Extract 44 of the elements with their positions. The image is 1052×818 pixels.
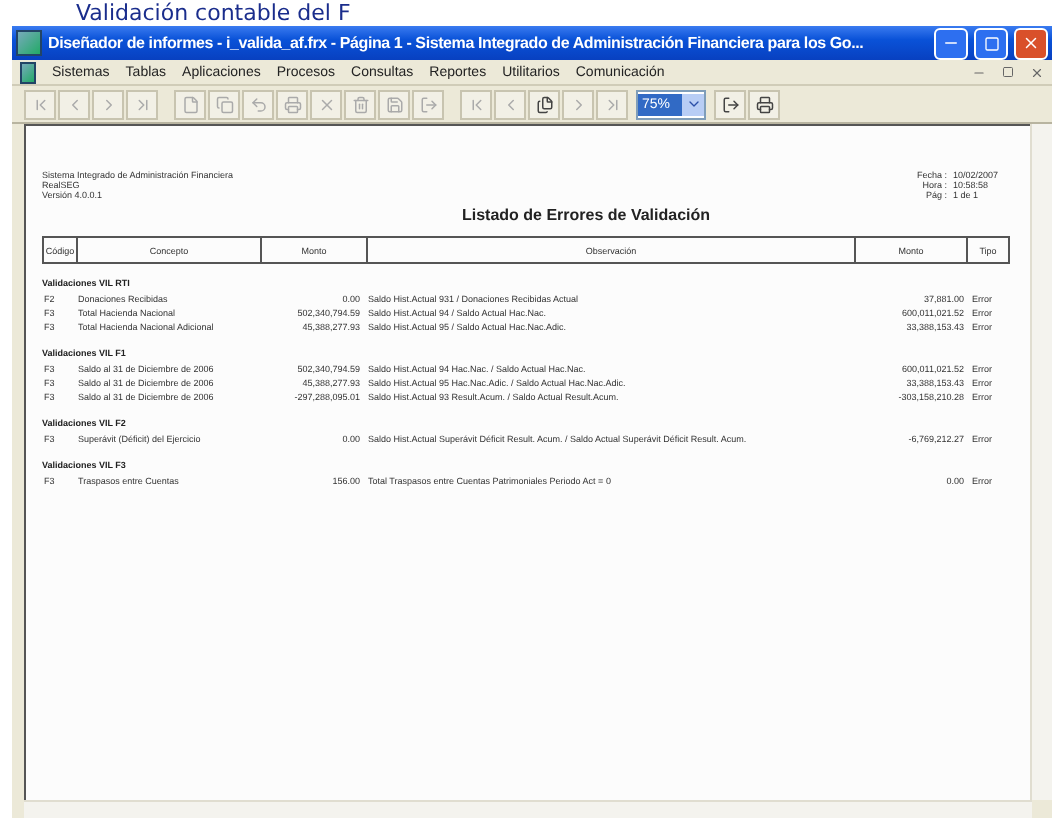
exit-button[interactable] xyxy=(714,89,747,119)
first-page-button[interactable] xyxy=(460,89,492,119)
next-page-button[interactable] xyxy=(92,89,124,119)
save-button[interactable] xyxy=(378,89,410,119)
window-title: Diseñador de informes - i_valida_af.frx - Página 1 - Sistema Integrado de Administración Financiera para los Go... xyxy=(48,34,866,52)
minimize-button[interactable] xyxy=(934,27,968,59)
pages-button[interactable] xyxy=(528,89,560,119)
dropdown-icon xyxy=(685,96,702,112)
restore-icon[interactable] xyxy=(1002,66,1014,78)
close-icon[interactable] xyxy=(1030,65,1044,79)
undo-icon xyxy=(249,95,267,113)
last-page-button[interactable] xyxy=(596,89,628,119)
trash-button[interactable] xyxy=(344,89,376,119)
last-page-icon xyxy=(133,95,151,113)
first-page-icon xyxy=(31,95,49,113)
page-heading: Validación contable del F xyxy=(74,0,353,26)
exit-icon xyxy=(419,95,437,113)
vertical-scrollbar[interactable] xyxy=(1030,124,1052,800)
horizontal-scrollbar[interactable] xyxy=(24,800,1032,818)
previous-page-button[interactable] xyxy=(58,89,90,119)
print-button[interactable] xyxy=(748,89,781,119)
restore-button[interactable] xyxy=(974,27,1008,59)
close-button[interactable] xyxy=(310,89,342,119)
last-page-icon xyxy=(603,95,621,113)
copy-icon xyxy=(215,95,233,113)
trash-icon xyxy=(351,95,369,113)
printer-icon xyxy=(755,95,774,113)
document-icon xyxy=(181,95,199,113)
pages-icon xyxy=(535,95,553,113)
copy-button[interactable] xyxy=(208,89,240,119)
save-icon xyxy=(385,95,403,113)
last-page-button[interactable] xyxy=(126,89,158,119)
exit-icon xyxy=(721,95,740,113)
document-button[interactable] xyxy=(174,89,206,119)
close-icon xyxy=(317,95,335,113)
printer-button[interactable] xyxy=(276,89,308,119)
report-title: Listado de Errores de Validación xyxy=(459,206,713,224)
first-page-button[interactable] xyxy=(24,89,56,119)
app-icon xyxy=(16,30,42,56)
first-page-icon xyxy=(467,95,485,113)
close-icon xyxy=(1022,34,1040,52)
undo-button[interactable] xyxy=(242,89,274,119)
app-icon xyxy=(20,61,36,83)
printer-icon xyxy=(283,95,301,113)
